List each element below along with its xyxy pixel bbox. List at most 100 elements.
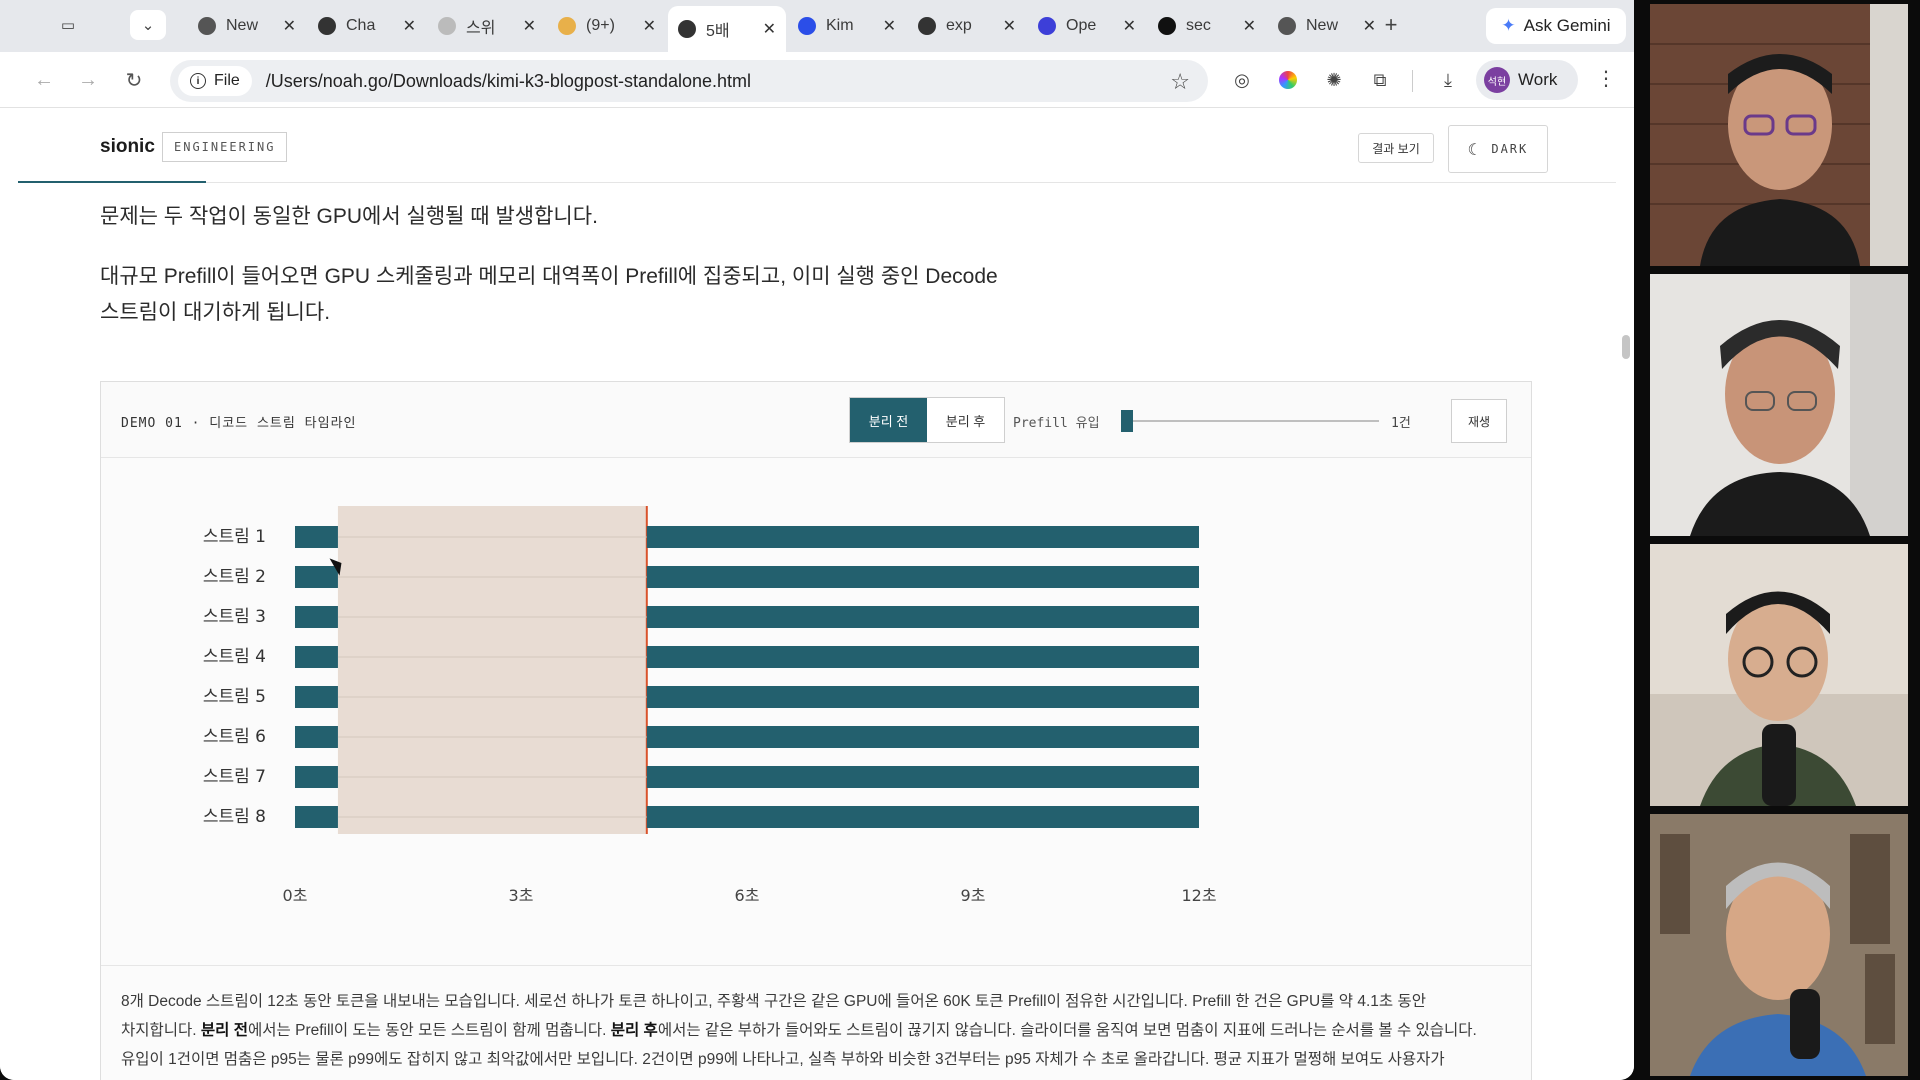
tab-2[interactable]: Cha ✕	[308, 8, 426, 44]
tab-1[interactable]: New ✕	[188, 8, 306, 44]
mode-toggle: 분리 전 분리 후	[849, 397, 1005, 443]
dark-mode-label: DARK	[1491, 142, 1529, 156]
tab-title: (9+)	[586, 17, 615, 34]
prefill-slider-thumb[interactable]	[1121, 410, 1133, 432]
view-results-button[interactable]: 결과 보기	[1358, 133, 1434, 163]
site-info-chip[interactable]: i File	[178, 66, 252, 96]
avatar-icon	[558, 17, 576, 35]
download-icon[interactable]: ⤓	[1436, 68, 1460, 92]
color-extension-icon[interactable]	[1276, 68, 1300, 92]
article-paragraph-2-line-2: 스트림이 대기하게 됩니다.	[100, 301, 331, 324]
menu-kebab-icon[interactable]: ⋮	[1596, 66, 1616, 91]
bookmark-star-icon[interactable]: ☆	[1170, 69, 1190, 95]
back-arrow-icon[interactable]: ←	[30, 66, 58, 94]
profile-avatar: 석현	[1484, 67, 1510, 93]
url-text[interactable]: /Users/noah.go/Downloads/kimi-k3-blogpos…	[266, 71, 751, 92]
demo-description: 8개 Decode 스트림이 12초 동안 토큰을 내보내는 모습입니다. 세로…	[121, 987, 1513, 1074]
tab-close-icon[interactable]: ✕	[763, 19, 776, 39]
tab-3[interactable]: 스위 ✕	[428, 8, 546, 44]
reading-progress-bar	[18, 181, 206, 183]
tab-close-icon[interactable]: ✕	[1243, 16, 1256, 36]
demo-panel: DEMO 01 · 디코드 스트림 타임라인 분리 전 분리 후 Prefill…	[100, 381, 1532, 1080]
tab-10[interactable]: New ✕	[1268, 8, 1386, 44]
tab-8[interactable]: Ope ✕	[1028, 8, 1146, 44]
loading-icon	[438, 17, 456, 35]
password-manager-icon[interactable]: ◎	[1230, 68, 1254, 92]
tab-title: Cha	[346, 17, 376, 34]
tab-close-icon[interactable]: ✕	[1363, 16, 1376, 36]
tab-close-icon[interactable]: ✕	[1003, 16, 1016, 36]
tab-groups-icon[interactable]: ▭	[48, 10, 88, 40]
tab-4[interactable]: (9+) ✕	[548, 8, 666, 44]
play-button[interactable]: 재생	[1451, 399, 1507, 443]
kimi-icon	[798, 17, 816, 35]
moon-icon: ☾	[1467, 139, 1480, 159]
page-scrollbar-thumb[interactable]	[1622, 335, 1630, 359]
participant-1-figure	[1650, 4, 1908, 266]
tab-close-icon[interactable]: ✕	[523, 16, 536, 36]
toolbar-divider	[1412, 70, 1413, 92]
prefill-slider-track[interactable]	[1125, 420, 1379, 422]
desc-2-part-c: 에서는 Prefill이 도는 동안 모든 스트림이 함께 멈춥니다.	[248, 1022, 611, 1039]
forward-arrow-icon[interactable]: →	[74, 66, 102, 94]
extensions-puzzle-icon[interactable]: ⧉	[1368, 68, 1392, 92]
tab-6[interactable]: Kim ✕	[788, 8, 906, 44]
article-paragraph-1: 문제는 두 작업이 동일한 GPU에서 실행될 때 발생합니다.	[100, 205, 598, 228]
site-logo[interactable]: sionic	[100, 136, 155, 158]
token-bar-segment	[295, 686, 338, 708]
tab-title: New	[1306, 17, 1339, 34]
prefill-slider-value: 1건	[1391, 416, 1411, 431]
dark-mode-button[interactable]: ☾ DARK	[1448, 125, 1548, 173]
x-tick-label: 6초	[735, 886, 760, 905]
desc-2-after-bold: 분리 후	[610, 1022, 658, 1039]
token-bar-segment	[646, 686, 1199, 708]
tab-close-icon[interactable]: ✕	[643, 16, 656, 36]
article-paragraph-2: 대규모 Prefill이 들어오면 GPU 스케줄링과 메모리 대역폭이 Pre…	[100, 259, 998, 331]
address-bar[interactable]: i File /Users/noah.go/Downloads/kimi-k3-…	[170, 60, 1208, 102]
openai-icon	[318, 17, 336, 35]
tab-close-icon[interactable]: ✕	[403, 16, 416, 36]
tab-5[interactable]: 5배 ✕	[668, 6, 786, 52]
tab-strip: ▭ ⌄ New ✕ Cha ✕ 스위 ✕ (9+) ✕ 5배 ✕ Kim ✕ exp ✕ Ope ✕ sec ✕ N…	[0, 0, 1634, 52]
profile-name: Work	[1518, 70, 1558, 89]
tab-close-icon[interactable]: ✕	[883, 16, 896, 36]
participant-3-figure	[1650, 544, 1908, 806]
video-participant-4	[1650, 814, 1908, 1076]
browser-window: ▭ ⌄ New ✕ Cha ✕ 스위 ✕ (9+) ✕ 5배 ✕ Kim ✕ exp ✕ Ope ✕ sec ✕ N…	[0, 0, 1634, 1080]
token-bar-segment	[295, 766, 338, 788]
x-tick-label: 0초	[283, 886, 308, 905]
tab-title: Kim	[826, 17, 854, 34]
gemini-sparkle-icon: ✦	[1501, 16, 1516, 35]
mode-after-button[interactable]: 분리 후	[927, 398, 1004, 442]
desc-2-before-bold: 분리 전	[200, 1022, 249, 1039]
desc-2-part-a: 차지합니다.	[121, 1022, 201, 1039]
tab-7[interactable]: exp ✕	[908, 8, 1026, 44]
chrome-icon	[1278, 17, 1296, 35]
stream-label: 스트림 5	[203, 687, 266, 707]
x-tick-label: 3초	[509, 886, 534, 905]
reload-icon[interactable]: ↻	[120, 66, 148, 94]
ask-gemini-label: Ask Gemini	[1523, 16, 1611, 35]
x-tick-label: 9초	[961, 886, 986, 905]
globe-icon	[918, 17, 936, 35]
stream-label: 스트림 8	[203, 807, 266, 827]
tab-close-icon[interactable]: ✕	[283, 16, 296, 36]
prefill-block	[337, 506, 647, 834]
video-participant-2	[1650, 274, 1908, 536]
timeline-chart: 스트림 1 스트림 2 스트림 3 스트림 4 스트림 5 스트림 6 스트림 7 스트림 8…	[203, 506, 1217, 905]
ask-gemini-button[interactable]: ✦ Ask Gemini	[1486, 8, 1626, 44]
og-icon	[1038, 17, 1056, 35]
tab-close-icon[interactable]: ✕	[1123, 16, 1136, 36]
tab-9[interactable]: sec ✕	[1148, 8, 1266, 44]
tab-title: Ope	[1066, 17, 1097, 34]
chatgpt-extension-icon[interactable]: ✺	[1322, 68, 1346, 92]
demo-header: DEMO 01 · 디코드 스트림 타임라인 분리 전 분리 후 Prefill…	[101, 382, 1531, 458]
prefill-slider-label: Prefill 유입	[1013, 416, 1100, 431]
stream-label: 스트림 6	[203, 727, 266, 747]
token-bar-segment	[646, 806, 1199, 828]
new-tab-plus-icon[interactable]: +	[1376, 10, 1406, 40]
demo-title: DEMO 01 · 디코드 스트림 타임라인	[121, 416, 357, 431]
mode-before-button[interactable]: 분리 전	[850, 398, 927, 442]
profile-button[interactable]: 석현 Work	[1476, 60, 1578, 100]
tab-search-chevron-icon[interactable]: ⌄	[130, 10, 166, 40]
